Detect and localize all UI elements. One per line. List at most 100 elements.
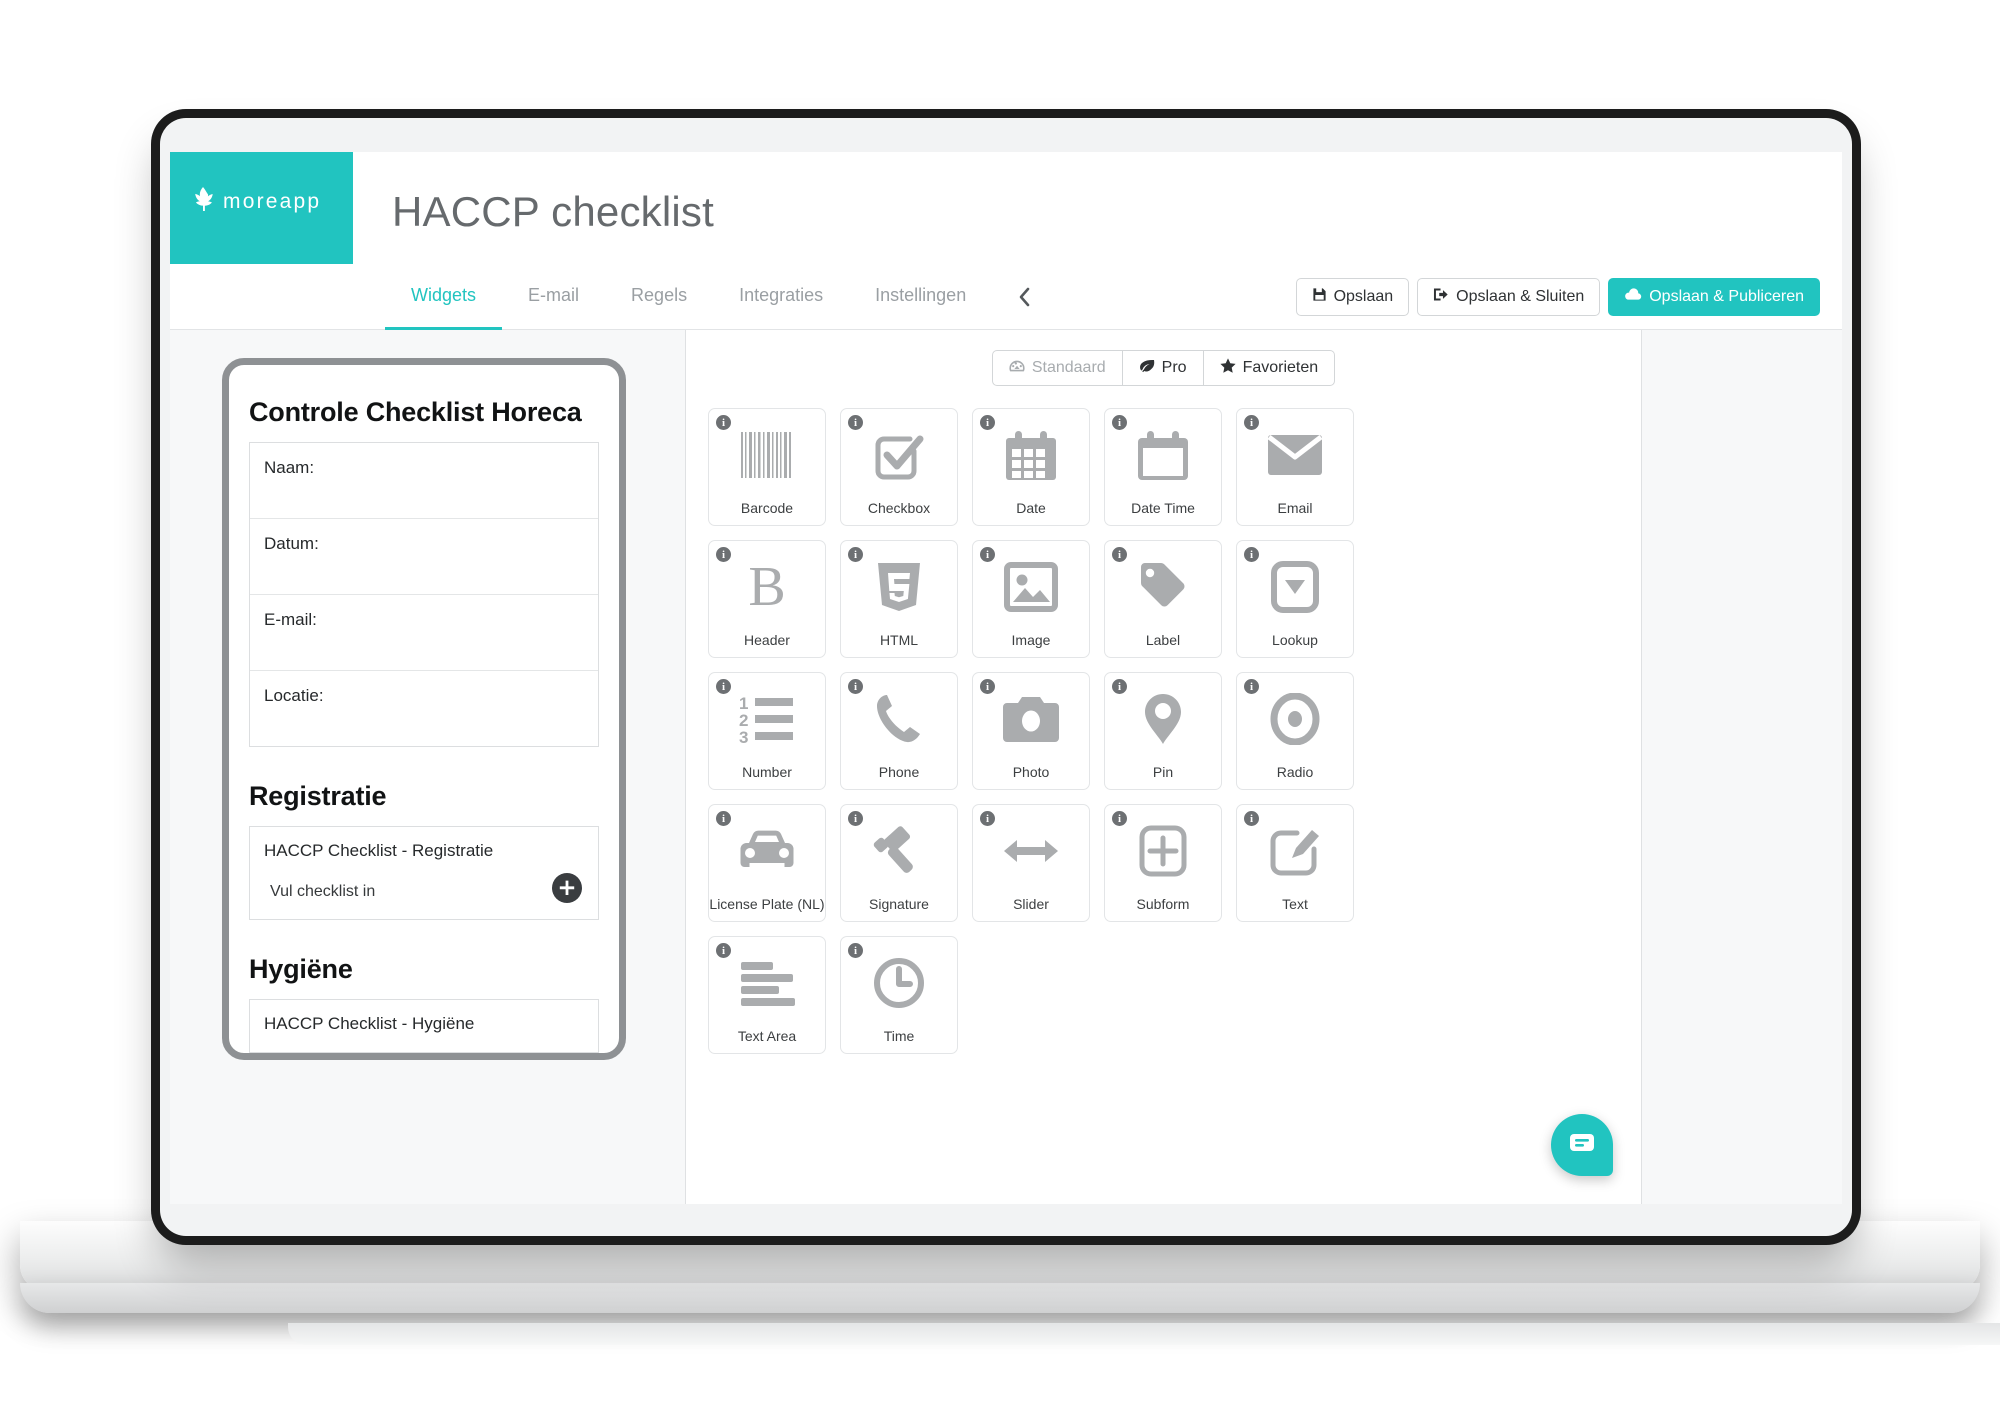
info-icon[interactable]: i	[1244, 679, 1259, 694]
widget-label: Date Time	[1131, 499, 1195, 516]
info-icon[interactable]: i	[716, 415, 731, 430]
tab-instellingen[interactable]: Instellingen	[849, 264, 992, 330]
info-icon[interactable]: i	[980, 679, 995, 694]
info-icon[interactable]: i	[980, 811, 995, 826]
widget-label: Email	[1277, 499, 1313, 516]
widget-label: Image	[1011, 631, 1051, 648]
widget-label: Phone	[878, 763, 920, 780]
form-field-group: Naam: Datum: E-mail: Locatie:	[249, 442, 599, 747]
widget-card-photo[interactable]: i Photo	[972, 672, 1090, 790]
brand-wordmark: moreapp	[223, 189, 322, 213]
info-icon[interactable]: i	[848, 679, 863, 694]
widget-label: Time	[883, 1027, 915, 1044]
tab-instellingen-label: Instellingen	[875, 285, 967, 305]
save-button[interactable]: Opslaan	[1295, 278, 1410, 316]
widget-card-subform[interactable]: i Subform	[1104, 804, 1222, 922]
widget-card-barcode[interactable]: i Barcode	[708, 408, 826, 526]
widget-card-date-time[interactable]: i Date Time	[1104, 408, 1222, 526]
form-field-naam[interactable]: Naam:	[250, 443, 598, 519]
form-field-naam-label: Naam:	[264, 458, 315, 477]
info-icon[interactable]: i	[1112, 547, 1127, 562]
form-field-datum-label: Datum:	[264, 534, 319, 553]
widget-label: Header	[744, 631, 790, 648]
subform-card-registratie: HACCP Checklist - Registratie Vul checkl…	[249, 826, 599, 920]
subform-subtitle-registratie: Vul checklist in	[270, 883, 376, 900]
widget-label: HTML	[879, 631, 919, 648]
info-icon[interactable]: i	[1244, 547, 1259, 562]
info-icon[interactable]: i	[848, 943, 863, 958]
widget-card-radio[interactable]: i Radio	[1236, 672, 1354, 790]
widget-label: Signature	[869, 895, 929, 912]
widget-card-phone[interactable]: i Phone	[840, 672, 958, 790]
save-and-close-button[interactable]: Opslaan & Sluiten	[1417, 278, 1601, 316]
widget-label: Pin	[1152, 763, 1174, 780]
info-icon[interactable]: i	[848, 415, 863, 430]
info-icon[interactable]: i	[1244, 811, 1259, 826]
widget-palette-pane: Standaard Pro Favorieten i Barcode i Che…	[686, 330, 1642, 1204]
widget-label: Text Area	[737, 1027, 797, 1044]
section-heading-hygiene: Hygiëne	[249, 954, 353, 984]
info-icon[interactable]: i	[1112, 679, 1127, 694]
dashboard-icon	[1009, 359, 1025, 377]
widget-card-label[interactable]: i Label	[1104, 540, 1222, 658]
widget-card-slider[interactable]: i Slider	[972, 804, 1090, 922]
widget-card-text[interactable]: i Text	[1236, 804, 1354, 922]
svg-text:3: 3	[739, 728, 748, 744]
form-field-email[interactable]: E-mail:	[250, 595, 598, 671]
chat-bubble-button[interactable]	[1551, 1114, 1613, 1176]
leaf-icon	[1139, 359, 1155, 378]
widget-label: Radio	[1276, 763, 1314, 780]
widget-card-image[interactable]: i Image	[972, 540, 1090, 658]
plus-circle-icon[interactable]	[552, 873, 582, 903]
widget-card-license-plate[interactable]: i License Plate (NL)	[708, 804, 826, 922]
filter-standaard-button[interactable]: Standaard	[991, 350, 1123, 386]
brand-logo[interactable]: moreapp	[192, 186, 321, 217]
form-preview-pane: Controle Checklist Horeca Naam: Datum: E…	[170, 330, 686, 1204]
tab-email[interactable]: E-mail	[502, 264, 605, 330]
info-icon[interactable]: i	[980, 547, 995, 562]
widget-card-email[interactable]: i Email	[1236, 408, 1354, 526]
form-field-datum[interactable]: Datum:	[250, 519, 598, 595]
widget-card-html[interactable]: i HTML	[840, 540, 958, 658]
widget-card-header[interactable]: i B Header	[708, 540, 826, 658]
widget-card-checkbox[interactable]: i Checkbox	[840, 408, 958, 526]
cancel-button-label: Annuleren	[215, 287, 293, 306]
info-icon[interactable]: i	[1112, 415, 1127, 430]
info-icon[interactable]: i	[1112, 811, 1127, 826]
filter-favorieten-button[interactable]: Favorieten	[1203, 350, 1336, 386]
widget-card-date[interactable]: i Date	[972, 408, 1090, 526]
info-icon[interactable]: i	[1244, 415, 1259, 430]
screenshot-scene: moreapp HACCP checklist Annuleren Widget…	[0, 0, 2000, 1416]
info-icon[interactable]: i	[716, 943, 731, 958]
info-icon[interactable]: i	[848, 547, 863, 562]
chevron-left-icon[interactable]	[992, 264, 1057, 330]
floppy-disk-icon	[1312, 287, 1327, 307]
tab-regels[interactable]: Regels	[605, 264, 713, 330]
tab-integraties-label: Integraties	[739, 285, 824, 305]
laptop-hinge	[288, 1323, 2000, 1345]
widget-label: Text	[1282, 895, 1308, 912]
widget-label: Barcode	[740, 499, 794, 516]
cancel-button[interactable]: Annuleren	[170, 264, 353, 330]
info-icon[interactable]: i	[848, 811, 863, 826]
widget-label: Photo	[1012, 763, 1050, 780]
save-and-publish-button[interactable]: Opslaan & Publiceren	[1608, 278, 1820, 316]
widget-card-text-area[interactable]: i Text Area	[708, 936, 826, 1054]
form-field-locatie[interactable]: Locatie:	[250, 671, 598, 746]
laptop-base-foot	[20, 1283, 1980, 1313]
widget-card-signature[interactable]: i Signature	[840, 804, 958, 922]
widget-card-lookup[interactable]: i Lookup	[1236, 540, 1354, 658]
form-field-locatie-label: Locatie:	[264, 686, 324, 705]
info-icon[interactable]: i	[716, 811, 731, 826]
tab-integraties[interactable]: Integraties	[713, 264, 849, 330]
form-field-email-label: E-mail:	[264, 610, 317, 629]
info-icon[interactable]: i	[716, 679, 731, 694]
tab-widgets[interactable]: Widgets	[385, 264, 503, 330]
cloud-upload-icon	[1624, 287, 1642, 307]
widget-card-pin[interactable]: i Pin	[1104, 672, 1222, 790]
info-icon[interactable]: i	[716, 547, 731, 562]
filter-pro-button[interactable]: Pro	[1122, 350, 1204, 386]
widget-card-time[interactable]: i Time	[840, 936, 958, 1054]
info-icon[interactable]: i	[980, 415, 995, 430]
widget-card-number[interactable]: i 1 2 3 Number	[708, 672, 826, 790]
